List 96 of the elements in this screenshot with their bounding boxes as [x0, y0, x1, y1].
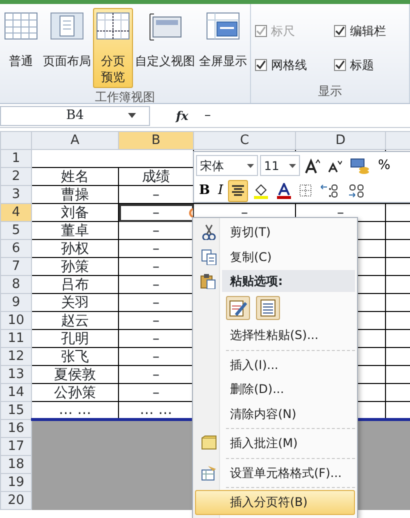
- checkbox[interactable]: 网格线: [255, 56, 326, 74]
- menu-item[interactable]: 插入分页符(B): [195, 490, 355, 514]
- view-button[interactable]: 普通: [1, 8, 41, 88]
- row-header[interactable]: 6: [0, 240, 32, 258]
- note-icon: [201, 435, 217, 452]
- borders-icon: [299, 184, 312, 197]
- checkbox[interactable]: 标题: [334, 56, 405, 74]
- coins-icon: [350, 156, 370, 174]
- group-label: 显示: [317, 83, 343, 100]
- row-header[interactable]: 8: [0, 276, 32, 294]
- grid-icon: [3, 11, 39, 41]
- paste-values-button[interactable]: [256, 296, 280, 320]
- percent-button[interactable]: %: [375, 154, 394, 176]
- function-button[interactable]: fx: [176, 106, 188, 124]
- align-center-button[interactable]: [228, 180, 248, 202]
- formula-value: –: [204, 106, 211, 125]
- row-header[interactable]: 20: [0, 492, 32, 510]
- menu-item[interactable]: 插入批注(M): [195, 431, 355, 456]
- row-header[interactable]: 16: [0, 420, 32, 438]
- paint-bucket-icon: [253, 182, 270, 198]
- menu-section-header: 粘贴选项:: [222, 270, 355, 292]
- dropdown-arrow-icon: [128, 113, 136, 118]
- increase-decimal-icon: [320, 182, 340, 198]
- table-cell: 公孙策: [32, 384, 118, 402]
- font-grow-icon: [305, 158, 320, 174]
- table-cell: –: [118, 204, 194, 222]
- menu-item[interactable]: 清除内容(N): [195, 402, 355, 426]
- clipboard-icon: [200, 273, 216, 289]
- table-cell: 董卓: [32, 222, 118, 240]
- dropdown-arrow-icon: [247, 164, 254, 168]
- italic-button[interactable]: I: [215, 180, 226, 202]
- row-header[interactable]: 18: [0, 456, 32, 474]
- row-header[interactable]: 2: [0, 168, 32, 186]
- table-cell: 关羽: [32, 294, 118, 312]
- menu-item[interactable]: 插入(I)...: [195, 352, 355, 377]
- row-header[interactable]: 7: [0, 258, 32, 276]
- checkmark-icon: [256, 60, 266, 70]
- menu-item[interactable]: 设置单元格格式(F)...: [195, 460, 355, 485]
- page-break-icon: [95, 11, 131, 41]
- row-header[interactable]: 4: [0, 204, 32, 222]
- column-header[interactable]: C: [194, 132, 296, 150]
- view-button[interactable]: 全屏显示: [197, 8, 249, 88]
- column-header[interactable]: A: [32, 132, 118, 150]
- row-header[interactable]: 12: [0, 348, 32, 366]
- brush-clipboard-icon: [228, 298, 248, 318]
- font-size-dropdown[interactable]: 11: [260, 155, 300, 176]
- dropdown-arrow-icon: [289, 164, 296, 168]
- row-header[interactable]: 10: [0, 312, 32, 330]
- column-header[interactable]: D: [296, 132, 386, 150]
- table-cell: 赵云: [32, 312, 118, 330]
- table-cell: 曹操: [32, 186, 118, 204]
- scissors-icon: [201, 224, 217, 240]
- row-header[interactable]: 9: [0, 294, 32, 312]
- row-header[interactable]: 1: [0, 150, 32, 168]
- row-header[interactable]: 17: [0, 438, 32, 456]
- font-color-icon: [277, 182, 292, 198]
- checkbox[interactable]: 编辑栏: [334, 22, 405, 40]
- row-header[interactable]: 19: [0, 474, 32, 492]
- view-button[interactable]: 分页预览: [93, 8, 133, 88]
- bold-button[interactable]: B: [196, 180, 213, 202]
- menu-item[interactable]: 选择性粘贴(S)...: [195, 323, 355, 348]
- table-cell: 姓名: [32, 168, 118, 186]
- table-cell: 孔明: [32, 330, 118, 348]
- menu-item[interactable]: 剪切(T): [195, 220, 355, 244]
- checkmark-icon: [256, 26, 266, 36]
- copy-icon: [201, 248, 217, 265]
- column-header[interactable]: B: [118, 132, 194, 150]
- font-dropdown[interactable]: 宋体: [196, 155, 258, 176]
- format-cells-icon: [201, 464, 217, 481]
- table-cell: 刘备: [32, 204, 118, 222]
- table-cell: 张飞: [32, 348, 118, 366]
- align-center-icon: [231, 184, 246, 196]
- name-box[interactable]: B4: [0, 106, 150, 126]
- menu-item[interactable]: 删除(D)...: [195, 377, 355, 402]
- paste-button[interactable]: [226, 296, 250, 320]
- table-cell: 夏侯敦: [32, 366, 118, 384]
- row-header[interactable]: 3: [0, 186, 32, 204]
- view-button[interactable]: 页面布局: [41, 8, 93, 88]
- row-header[interactable]: 11: [0, 330, 32, 348]
- checkmark-icon: [335, 60, 345, 70]
- row-header[interactable]: 14: [0, 384, 32, 402]
- window-icon: [147, 11, 183, 41]
- row-header[interactable]: 13: [0, 366, 32, 384]
- menu-item[interactable]: 复制(C): [195, 244, 355, 269]
- row-header[interactable]: 15: [0, 402, 32, 420]
- checkmark-icon: [335, 26, 345, 36]
- table-cell: 吕布: [32, 276, 118, 294]
- table-cell: 孙策: [32, 258, 118, 276]
- fullscreen-icon: [205, 11, 241, 41]
- page-icon: [49, 11, 85, 41]
- group-label: 工作簿视图: [94, 89, 156, 106]
- clipboard-lines-icon: [258, 298, 278, 318]
- view-button[interactable]: 自定义视图: [133, 8, 197, 88]
- font-shrink-icon: [328, 158, 342, 172]
- row-header[interactable]: 5: [0, 222, 32, 240]
- table-cell: 孙权: [32, 240, 118, 258]
